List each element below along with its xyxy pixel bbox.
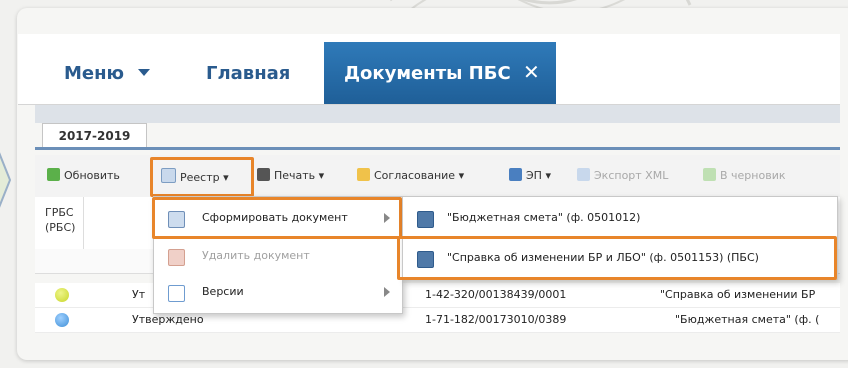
column-grbs-line1: ГРБС	[45, 206, 74, 219]
column-separator	[83, 197, 84, 249]
tab-documents-pbs[interactable]: Документы ПБС ✕	[324, 42, 556, 104]
draft-icon	[703, 168, 716, 181]
chevron-down-icon	[138, 69, 151, 76]
highlight-change-certificate	[397, 236, 837, 280]
menu-item-delete-document[interactable]: Удалить документ	[154, 237, 402, 275]
versions-icon	[168, 285, 185, 302]
row-status: Ут	[132, 288, 146, 301]
export-xml-label: Экспорт XML	[594, 169, 669, 182]
menu-item-versions[interactable]: Версии	[154, 273, 402, 311]
ep-label: ЭП	[526, 169, 542, 182]
menu-item-label: Удалить документ	[202, 249, 310, 262]
printer-icon	[257, 168, 270, 181]
column-grbs-line2: (РБС)	[45, 221, 76, 234]
row-status: Утверждено	[132, 313, 204, 326]
highlight-form-document	[152, 197, 402, 239]
refresh-button[interactable]: Обновить	[47, 168, 120, 182]
print-button[interactable]: Печать ▾	[257, 168, 324, 182]
column-grbs-header[interactable]: ГРБС (РБС)	[45, 205, 75, 235]
menu-label: Меню	[64, 63, 125, 84]
status-dot-icon	[55, 313, 69, 327]
to-draft-button[interactable]: В черновик	[703, 168, 786, 182]
row-number: 1-42-320/00138439/0001	[425, 288, 567, 301]
close-icon[interactable]: ✕	[523, 60, 540, 84]
to-draft-label: В черновик	[720, 169, 786, 182]
tab-label: Документы ПБС	[344, 63, 511, 84]
print-label: Печать	[274, 169, 316, 182]
export-xml-button[interactable]: Экспорт XML	[577, 168, 668, 182]
tab-period[interactable]: 2017-2019	[42, 123, 147, 148]
approval-button[interactable]: Согласование ▾	[357, 168, 464, 182]
submenu-item-budget-estimate[interactable]: "Бюджетная смета" (ф. 0501012)	[403, 199, 837, 237]
approval-label: Согласование	[374, 169, 456, 182]
row-number: 1-71-182/00173010/0389	[425, 313, 567, 326]
refresh-icon	[47, 168, 60, 181]
tab-underline	[35, 147, 840, 150]
row-document: "Справка об изменении БР	[660, 288, 816, 301]
export-icon	[577, 168, 590, 181]
delete-document-icon	[168, 249, 185, 266]
approval-icon	[357, 168, 370, 181]
submenu-item-label: "Бюджетная смета" (ф. 0501012)	[447, 211, 641, 224]
status-dot-icon	[55, 288, 69, 302]
menu-button[interactable]: Меню	[64, 63, 151, 84]
highlight-registry	[150, 157, 254, 197]
signature-icon	[509, 168, 522, 181]
sub-header-bar	[35, 105, 840, 123]
menu-item-label: Версии	[202, 285, 244, 298]
ep-button[interactable]: ЭП ▾	[509, 168, 551, 182]
nav-main-link[interactable]: Главная	[206, 63, 290, 84]
row-document: "Бюджетная смета" (ф. (	[675, 313, 820, 326]
refresh-label: Обновить	[64, 169, 120, 182]
chevron-right-icon	[384, 287, 390, 297]
document-icon	[417, 211, 434, 228]
